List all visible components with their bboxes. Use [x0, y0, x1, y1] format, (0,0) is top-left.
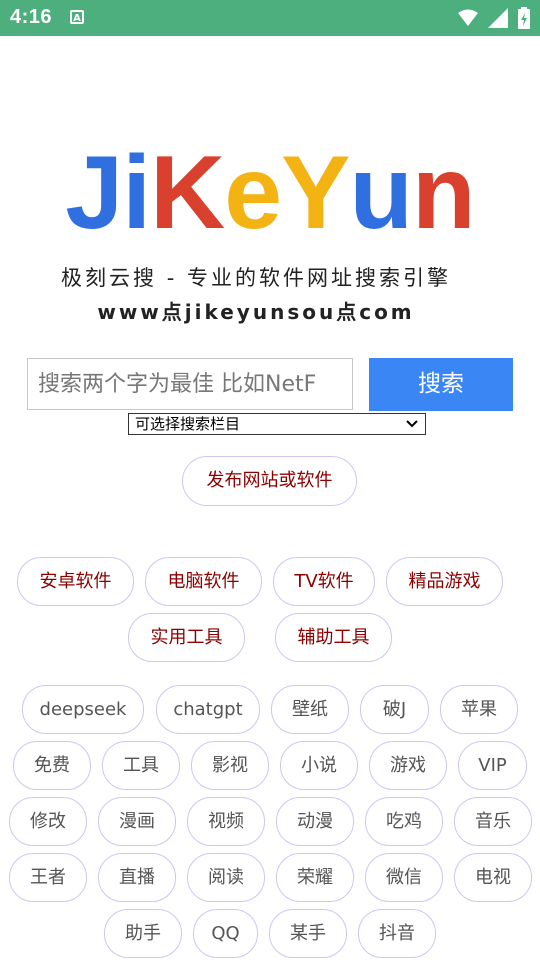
tag-button[interactable]: 抖音 — [358, 909, 436, 958]
jikeyun-logo: JiKeYun — [0, 138, 540, 248]
tag-button[interactable]: 荣耀 — [276, 853, 354, 902]
tag-button[interactable]: 吃鸡 — [365, 797, 443, 846]
tag-button[interactable]: 修改 — [9, 797, 87, 846]
domain-text: www点jikeyunsou点com — [97, 300, 415, 324]
publish-site-button[interactable]: 发布网站或软件 — [182, 456, 357, 506]
category-button[interactable]: 电脑软件 — [145, 557, 262, 606]
status-time: 4:16 — [10, 6, 53, 28]
logo-letter: J — [65, 135, 123, 251]
tag-button[interactable]: 王者 — [9, 853, 87, 902]
tag-button[interactable]: 电视 — [454, 853, 532, 902]
tag-button[interactable]: deepseek — [22, 685, 144, 734]
category-button[interactable]: 精品游戏 — [386, 557, 503, 606]
category-select[interactable]: 可选择搜索栏目 — [128, 413, 426, 435]
logo-letter: Y — [281, 135, 350, 251]
battery-icon — [518, 7, 530, 29]
logo-letter: n — [412, 135, 476, 251]
category-button[interactable]: TV软件 — [273, 557, 375, 606]
tag-button[interactable]: 影视 — [191, 741, 269, 790]
tag-button[interactable]: 小说 — [280, 741, 358, 790]
tag-button[interactable]: 漫画 — [98, 797, 176, 846]
tag-button[interactable]: 工具 — [102, 741, 180, 790]
tag-button[interactable]: 音乐 — [454, 797, 532, 846]
logo-letter: u — [349, 135, 414, 251]
signal-icon — [488, 8, 508, 28]
tag-button[interactable]: 助手 — [104, 909, 182, 958]
tag-button[interactable]: 壁纸 — [271, 685, 349, 734]
logo-letter: i — [122, 135, 151, 251]
tag-button[interactable]: 某手 — [269, 909, 347, 958]
tag-button[interactable]: 破J — [360, 685, 429, 734]
tag-button[interactable]: 免费 — [13, 741, 91, 790]
tag-button[interactable]: chatgpt — [156, 685, 260, 734]
tag-button[interactable]: 阅读 — [187, 853, 265, 902]
search-input[interactable] — [27, 358, 353, 410]
category-button[interactable]: 安卓软件 — [17, 557, 134, 606]
chevron-down-icon — [405, 414, 419, 441]
notification-icon: A — [70, 10, 84, 24]
tag-button[interactable]: 微信 — [365, 853, 443, 902]
wifi-icon — [458, 9, 478, 26]
category-select-value: 可选择搜索栏目 — [135, 415, 241, 433]
status-bar: 4:16 A — [0, 0, 540, 36]
logo-letter: K — [150, 135, 225, 251]
tag-button[interactable]: 视频 — [187, 797, 265, 846]
tagline: 极刻云搜 - 专业的软件网址搜索引擎 — [61, 266, 451, 290]
tag-button[interactable]: 游戏 — [369, 741, 447, 790]
logo-letter: e — [224, 135, 282, 251]
tag-button[interactable]: 动漫 — [276, 797, 354, 846]
status-icons — [458, 7, 530, 29]
tag-button[interactable]: 直播 — [98, 853, 176, 902]
tag-button[interactable]: 苹果 — [440, 685, 518, 734]
tag-button[interactable]: QQ — [193, 909, 258, 958]
search-button[interactable]: 搜索 — [369, 358, 513, 411]
category-button[interactable]: 实用工具 — [128, 613, 245, 662]
tag-button[interactable]: VIP — [458, 741, 527, 790]
category-button[interactable]: 辅助工具 — [275, 613, 392, 662]
